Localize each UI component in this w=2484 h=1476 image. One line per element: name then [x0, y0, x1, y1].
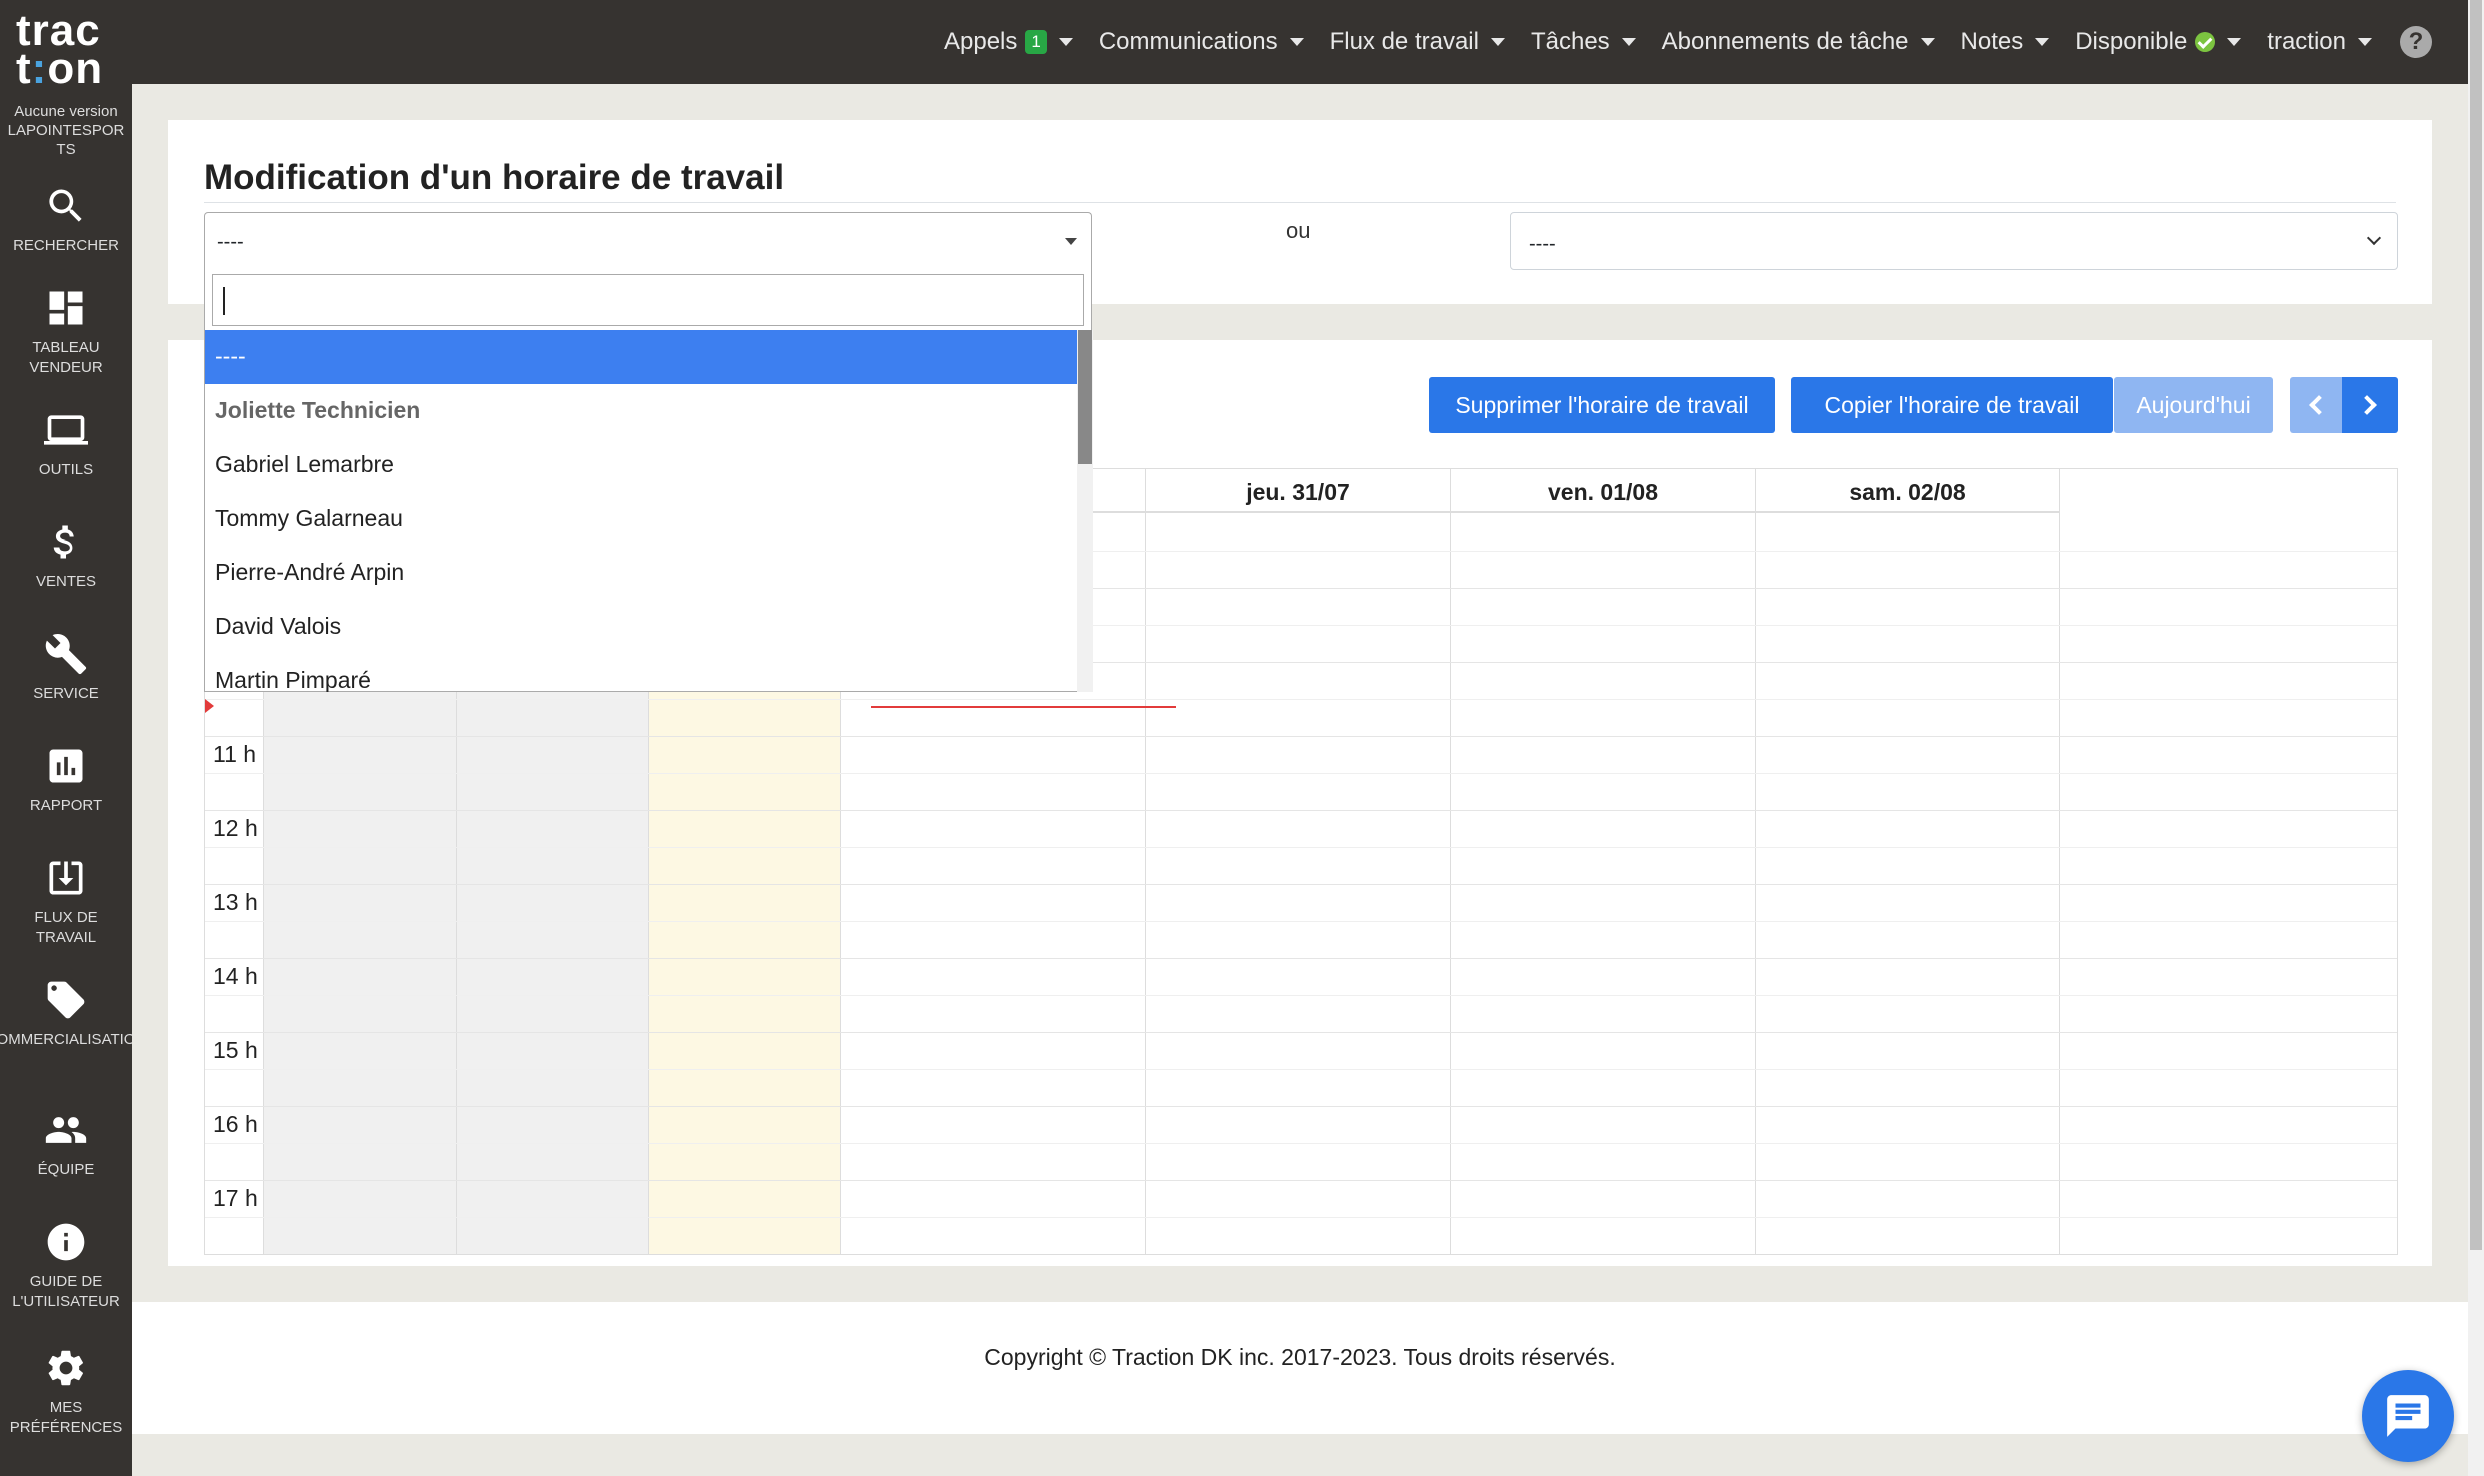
top-navbar: Appels 1 Communications Flux de travail T…	[132, 0, 2468, 84]
employee-select-dropdown: ---- Joliette Technicien Gabriel Lemarbr…	[204, 268, 1093, 692]
schedule-select[interactable]: ----	[1510, 212, 2398, 270]
page-title: Modification d'un horaire de travail	[204, 158, 785, 197]
sidebar-item-tableau-vendeur[interactable]: TABLEAU VENDEUR	[0, 274, 132, 386]
hour-label: 13 h	[213, 889, 258, 915]
info-icon	[47, 1223, 85, 1261]
text-cursor	[223, 287, 225, 315]
nav-user-menu[interactable]: traction	[2267, 28, 2372, 56]
search-icon	[49, 189, 82, 222]
sidebar: trac t:on Aucune version LAPOINTESPOR TS…	[0, 0, 132, 1476]
today-button[interactable]: Aujourd'hui	[2114, 377, 2273, 433]
chevron-right-icon	[2357, 395, 2377, 415]
chevron-down-icon	[1621, 38, 1636, 46]
nav-disponible[interactable]: Disponible	[2075, 28, 2242, 56]
sidebar-item-guide[interactable]: GUIDE DE L'UTILISATEUR	[0, 1206, 132, 1336]
sidebar-item-equipe[interactable]: ÉQUIPE	[0, 1094, 132, 1206]
wrench-icon	[45, 634, 87, 675]
copyright-text: Copyright © Traction DK inc. 2017-2023. …	[984, 1344, 1616, 1370]
nav-notes[interactable]: Notes	[1961, 28, 2050, 56]
chat-icon	[2387, 1395, 2429, 1437]
hour-label: 12 h	[213, 815, 258, 841]
hour-label: 14 h	[213, 963, 258, 989]
sidebar-item-commercialisation[interactable]: COMMERCIALISATION	[0, 964, 132, 1094]
or-label: ou	[1286, 218, 1311, 243]
caret-down-icon	[1065, 238, 1077, 245]
hour-label: 15 h	[213, 1037, 258, 1063]
day-header: ven. 01/08	[1451, 469, 1755, 513]
laptop-icon	[44, 415, 88, 445]
dropdown-scrollbar[interactable]	[1077, 330, 1093, 692]
dropdown-option[interactable]: Gabriel Lemarbre	[205, 438, 1077, 492]
nav-communications[interactable]: Communications	[1099, 28, 1304, 56]
current-time-marker	[205, 699, 214, 713]
chevron-down-icon	[1490, 38, 1505, 46]
chevron-down-icon	[1920, 38, 1935, 46]
sidebar-item-ventes[interactable]: VENTES	[0, 498, 132, 610]
copy-schedule-button[interactable]: Copier l'horaire de travail	[1791, 377, 2113, 433]
title-divider	[204, 202, 2396, 203]
nav-taches[interactable]: Tâches	[1531, 28, 1636, 56]
chevron-down-icon	[2227, 38, 2242, 46]
sidebar-item-flux-de-travail[interactable]: FLUX DE TRAVAIL	[0, 834, 132, 964]
chevron-left-icon	[2309, 395, 2329, 415]
chevron-down-icon	[1058, 38, 1073, 46]
traction-logo[interactable]: trac t:on	[0, 0, 132, 100]
sidebar-item-preferences[interactable]: MES PRÉFÉRENCES	[0, 1336, 132, 1448]
bar-chart-icon	[49, 749, 83, 783]
next-week-button[interactable]	[2342, 377, 2398, 433]
sidebar-item-rapport[interactable]: RAPPORT	[0, 722, 132, 834]
hour-label: 17 h	[213, 1185, 258, 1211]
dropdown-option[interactable]: Pierre-André Arpin	[205, 546, 1077, 600]
dropdown-group-label: Joliette Technicien	[215, 397, 421, 423]
nav-abonnements[interactable]: Abonnements de tâche	[1662, 28, 1935, 56]
employee-select[interactable]: ----	[204, 212, 1092, 268]
help-icon[interactable]: ?	[2400, 26, 2432, 58]
day-header: jeu. 31/07	[1146, 469, 1450, 513]
day-column[interactable]: jeu. 31/07	[1145, 469, 1450, 1254]
current-time-line	[871, 706, 1176, 708]
dropdown-option[interactable]: ----	[205, 330, 1077, 384]
tag-icon	[47, 981, 85, 1019]
hour-label: 16 h	[213, 1111, 258, 1137]
chevron-down-icon	[2366, 230, 2382, 246]
people-icon	[45, 1117, 87, 1143]
dashboard-icon	[49, 291, 83, 325]
day-column[interactable]: ven. 01/08	[1450, 469, 1755, 1254]
chevron-down-icon	[2035, 38, 2050, 46]
chevron-down-icon	[2358, 38, 2372, 46]
day-header: sam. 02/08	[1756, 469, 2059, 513]
chevron-down-icon	[1289, 38, 1304, 46]
day-column[interactable]: sam. 02/08	[1755, 469, 2059, 1254]
day-column[interactable]	[2059, 469, 2399, 1254]
dollar-icon	[53, 525, 74, 559]
nav-appels[interactable]: Appels 1	[944, 28, 1073, 56]
footer: Copyright © Traction DK inc. 2017-2023. …	[132, 1302, 2468, 1434]
sidebar-item-outils[interactable]: OUTILS	[0, 386, 132, 498]
dropdown-option[interactable]: David Valois	[205, 600, 1077, 654]
check-circle-icon	[2195, 32, 2216, 52]
version-label: Aucune version LAPOINTESPOR TS	[7, 103, 125, 158]
sidebar-item-service[interactable]: SERVICE	[0, 610, 132, 722]
dropdown-option[interactable]: Martin Pimparé	[205, 654, 1077, 692]
appels-badge: 1	[1025, 30, 1047, 54]
dropdown-search-input[interactable]	[212, 274, 1084, 326]
delete-schedule-button[interactable]: Supprimer l'horaire de travail	[1429, 377, 1775, 433]
dropdown-options-list: ---- Joliette Technicien Gabriel Lemarbr…	[205, 330, 1077, 692]
prev-week-button[interactable]	[2290, 377, 2342, 433]
sidebar-item-rechercher[interactable]: RECHERCHER	[0, 162, 132, 274]
page-scrollbar[interactable]	[2468, 0, 2484, 1476]
dropdown-option[interactable]: Tommy Galarneau	[205, 492, 1077, 546]
nav-flux-de-travail[interactable]: Flux de travail	[1330, 28, 1505, 56]
chat-button[interactable]	[2362, 1370, 2454, 1462]
download-box-icon	[49, 861, 83, 895]
gear-icon	[48, 1350, 83, 1386]
hour-label: 11 h	[213, 741, 257, 767]
